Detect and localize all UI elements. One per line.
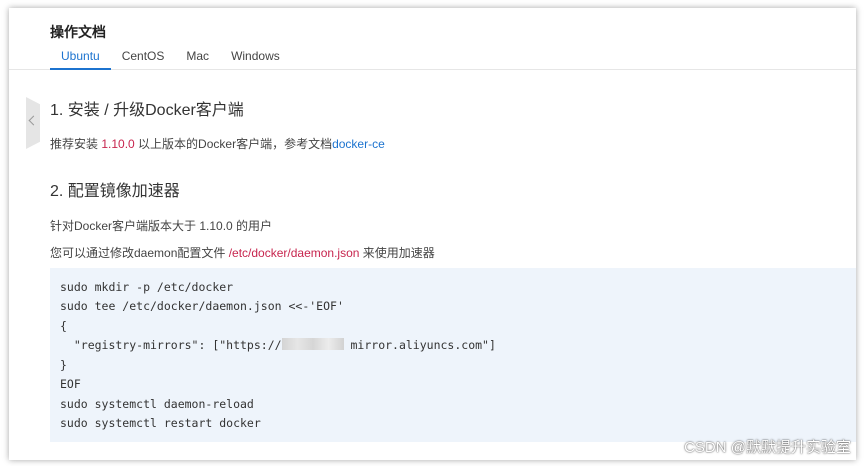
config-path: /etc/docker/daemon.json [228, 246, 360, 260]
code-line: sudo tee /etc/docker/daemon.json <<-'EOF… [60, 299, 344, 313]
tab-centos[interactable]: CentOS [111, 48, 176, 70]
code-block[interactable]: sudo mkdir -p /etc/docker sudo tee /etc/… [50, 268, 856, 442]
page-title: 操作文档 [50, 24, 106, 40]
code-line-mirror: "registry-mirrors": ["https:// mirror.al… [60, 338, 496, 352]
section-heading-install: 1. 安装 / 升级Docker客户端 [50, 102, 244, 119]
docs-header: 操作文档 Ubuntu CentOS Mac Windows [9, 8, 856, 70]
config-text-suffix: 来使用加速器 [359, 246, 435, 260]
docs-panel: 操作文档 Ubuntu CentOS Mac Windows 1. 安装 / 升… [9, 8, 856, 460]
install-text-mid: 以上版本的Docker客户端，参考文档 [134, 137, 333, 151]
code-line: EOF [60, 377, 81, 391]
os-tabs: Ubuntu CentOS Mac Windows [50, 48, 291, 70]
version-highlight: 1.10.0 [101, 137, 135, 151]
section-heading-mirror: 2. 配置镜像加速器 [50, 183, 180, 200]
code-line: sudo systemctl daemon-reload [60, 397, 254, 411]
tab-ubuntu[interactable]: Ubuntu [50, 48, 111, 70]
config-instructions: 您可以通过修改daemon配置文件 /etc/docker/daemon.jso… [50, 244, 435, 261]
tab-mac[interactable]: Mac [175, 48, 220, 70]
install-text-prefix: 推荐安装 [50, 137, 102, 151]
mirror-suffix: mirror.aliyuncs.com"] [350, 338, 496, 352]
config-text-prefix: 您可以通过修改daemon配置文件 [50, 246, 229, 260]
install-recommendation: 推荐安装 1.10.0 以上版本的Docker客户端，参考文档docker-ce [50, 135, 385, 152]
code-line: sudo systemctl restart docker [60, 416, 261, 430]
tab-windows[interactable]: Windows [220, 48, 291, 70]
docker-ce-link[interactable]: docker-ce [332, 137, 385, 151]
code-line: sudo mkdir -p /etc/docker [60, 280, 234, 294]
watermark: CSDN @默默提升实验室 [684, 439, 851, 456]
sidebar-collapse-handle[interactable] [26, 97, 40, 149]
code-line: { [60, 319, 67, 333]
chevron-left-icon [28, 115, 39, 126]
code-line: } [60, 358, 67, 372]
mirror-prefix: "registry-mirrors": ["https:// [60, 338, 282, 352]
redacted-mask [281, 338, 344, 350]
version-requirement-text: 针对Docker客户端版本大于 1.10.0 的用户 [50, 219, 273, 233]
